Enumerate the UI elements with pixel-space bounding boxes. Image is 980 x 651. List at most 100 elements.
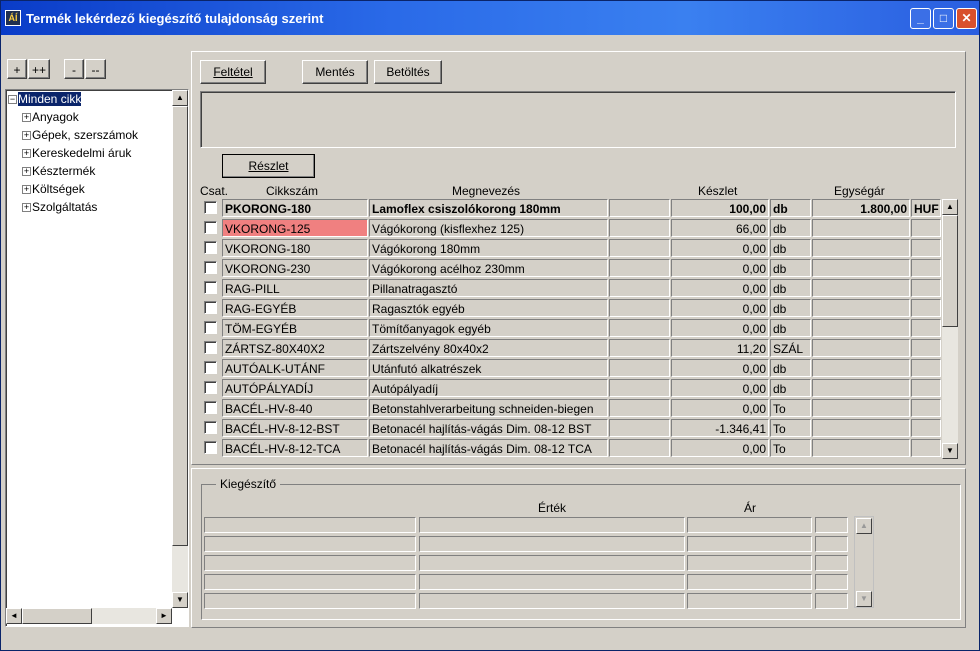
cell-unit[interactable]: SZÁL	[770, 339, 811, 357]
column-header-csat[interactable]: Csat.	[200, 184, 228, 198]
scroll-down-arrow-icon[interactable]: ▼	[172, 592, 188, 608]
cell-unit[interactable]: db	[770, 199, 811, 217]
table-row[interactable]: VKORONG-125 Vágókorong (kisflexhez 125) 66…	[201, 218, 941, 238]
cell-stock[interactable]: 0,00	[671, 439, 769, 457]
cell-code[interactable]: BACÉL-HV-8-40	[222, 399, 368, 417]
cell-name[interactable]: Ragasztók egyéb	[369, 299, 608, 317]
cell-extra[interactable]	[609, 319, 670, 337]
cell-extra[interactable]	[609, 279, 670, 297]
save-button[interactable]: Mentés	[302, 60, 368, 84]
row-checkbox[interactable]	[204, 441, 217, 454]
cell-currency[interactable]	[911, 419, 941, 437]
cell-currency[interactable]: HUF	[911, 199, 941, 217]
supplement-cell[interactable]	[419, 536, 685, 552]
tree-horizontal-scrollbar[interactable]: ◄ ►	[6, 608, 172, 624]
column-header-stock[interactable]: Készlet	[698, 184, 737, 198]
supplement-cell[interactable]	[815, 536, 848, 552]
cell-name[interactable]: Autópályadíj	[369, 379, 608, 397]
cell-unit[interactable]: db	[770, 239, 811, 257]
scroll-right-arrow-icon[interactable]: ►	[156, 608, 172, 624]
tree-node-label[interactable]: Kereskedelmi áruk	[32, 146, 131, 160]
supplement-cell[interactable]	[687, 574, 812, 590]
cell-currency[interactable]	[911, 319, 941, 337]
cell-price[interactable]	[812, 239, 910, 257]
cell-extra[interactable]	[609, 379, 670, 397]
row-checkbox[interactable]	[204, 241, 217, 254]
cell-stock[interactable]: 0,00	[671, 399, 769, 417]
supplement-cell[interactable]	[204, 555, 416, 571]
scroll-left-arrow-icon[interactable]: ◄	[6, 608, 22, 624]
cell-unit[interactable]: db	[770, 359, 811, 377]
tree-node-root[interactable]: − Minden cikk	[8, 91, 82, 107]
table-row[interactable]: PKORONG-180 Lamoflex csiszolókorong 180mm…	[201, 198, 941, 218]
cell-unit[interactable]: db	[770, 319, 811, 337]
row-checkbox[interactable]	[204, 341, 217, 354]
scroll-thumb[interactable]	[172, 106, 188, 546]
cell-stock[interactable]: 11,20	[671, 339, 769, 357]
cell-price[interactable]	[812, 279, 910, 297]
tree-vertical-scrollbar[interactable]: ▲ ▼	[172, 90, 188, 608]
cell-name[interactable]: Tömítőanyagok egyéb	[369, 319, 608, 337]
expand-icon[interactable]: +	[22, 185, 31, 195]
supplement-cell[interactable]	[687, 536, 812, 552]
tree-root-label[interactable]: Minden cikk	[18, 92, 82, 106]
cell-unit[interactable]: db	[770, 279, 811, 297]
cell-price[interactable]	[812, 219, 910, 237]
row-checkbox[interactable]	[204, 401, 217, 414]
cell-name[interactable]: Betonstahlverarbeitung schneiden-biegen	[369, 399, 608, 417]
row-checkbox[interactable]	[204, 201, 217, 214]
row-checkbox[interactable]	[204, 421, 217, 434]
tree-node-koltsegek[interactable]: + Költségek	[22, 181, 85, 197]
table-row[interactable]: BACÉL-HV-8-40 Betonstahlverarbeitung schn…	[201, 398, 941, 418]
cell-extra[interactable]	[609, 359, 670, 377]
row-checkbox[interactable]	[204, 381, 217, 394]
cell-extra[interactable]	[609, 399, 670, 417]
supplement-cell[interactable]	[687, 555, 812, 571]
cell-currency[interactable]	[911, 279, 941, 297]
cell-currency[interactable]	[911, 359, 941, 377]
row-checkbox[interactable]	[204, 361, 217, 374]
tree-node-anyagok[interactable]: + Anyagok	[22, 109, 79, 125]
supplement-cell[interactable]	[815, 555, 848, 571]
filter-condition-box[interactable]	[200, 91, 956, 148]
cell-extra[interactable]	[609, 339, 670, 357]
cell-name[interactable]: Betonacél hajlítás-vágás Dim. 08-12 BST	[369, 419, 608, 437]
cell-price[interactable]	[812, 439, 910, 457]
tree-node-label[interactable]: Késztermék	[32, 164, 95, 178]
row-checkbox[interactable]	[204, 301, 217, 314]
supplement-cell[interactable]	[687, 593, 812, 609]
cell-code[interactable]: VKORONG-180	[222, 239, 368, 257]
table-row[interactable]: RAG-EGYÉB Ragasztók egyéb 0,00 db	[201, 298, 941, 318]
cell-currency[interactable]	[911, 219, 941, 237]
scroll-up-arrow-icon[interactable]: ▲	[172, 90, 188, 106]
expand-icon[interactable]: +	[22, 113, 31, 123]
cell-extra[interactable]	[609, 219, 670, 237]
cell-unit[interactable]: To	[770, 399, 811, 417]
supplement-cell[interactable]	[815, 517, 848, 533]
cell-extra[interactable]	[609, 199, 670, 217]
tree-node-gepek[interactable]: + Gépek, szerszámok	[22, 127, 138, 143]
cell-extra[interactable]	[609, 439, 670, 457]
table-row[interactable]: AUTÓALK-UTÁNF Utánfutó alkatrészek 0,00 db	[201, 358, 941, 378]
row-checkbox[interactable]	[204, 321, 217, 334]
cell-currency[interactable]	[911, 299, 941, 317]
tree-node-kereskedelmi[interactable]: + Kereskedelmi áruk	[22, 145, 131, 161]
table-row[interactable]: TÖM-EGYÉB Tömítőanyagok egyéb 0,00 db	[201, 318, 941, 338]
supplement-cell[interactable]	[815, 593, 848, 609]
cell-price[interactable]	[812, 379, 910, 397]
scroll-up-arrow-icon[interactable]: ▲	[942, 199, 958, 215]
category-tree[interactable]: − Minden cikk + Anyagok + Gépek, szerszámok…	[5, 89, 189, 627]
cell-name[interactable]: Vágókorong acélhoz 230mm	[369, 259, 608, 277]
collapse-button[interactable]: -	[64, 59, 84, 79]
row-checkbox[interactable]	[204, 221, 217, 234]
cell-unit[interactable]: db	[770, 299, 811, 317]
collapse-icon[interactable]: −	[8, 95, 17, 105]
cell-currency[interactable]	[911, 379, 941, 397]
table-vertical-scrollbar[interactable]: ▲ ▼	[942, 199, 958, 459]
cell-code[interactable]: VKORONG-125	[222, 219, 368, 237]
load-button[interactable]: Betöltés	[374, 60, 442, 84]
cell-stock[interactable]: 0,00	[671, 259, 769, 277]
supplement-cell[interactable]	[419, 517, 685, 533]
tree-node-label[interactable]: Gépek, szerszámok	[32, 128, 138, 142]
cell-price[interactable]	[812, 319, 910, 337]
